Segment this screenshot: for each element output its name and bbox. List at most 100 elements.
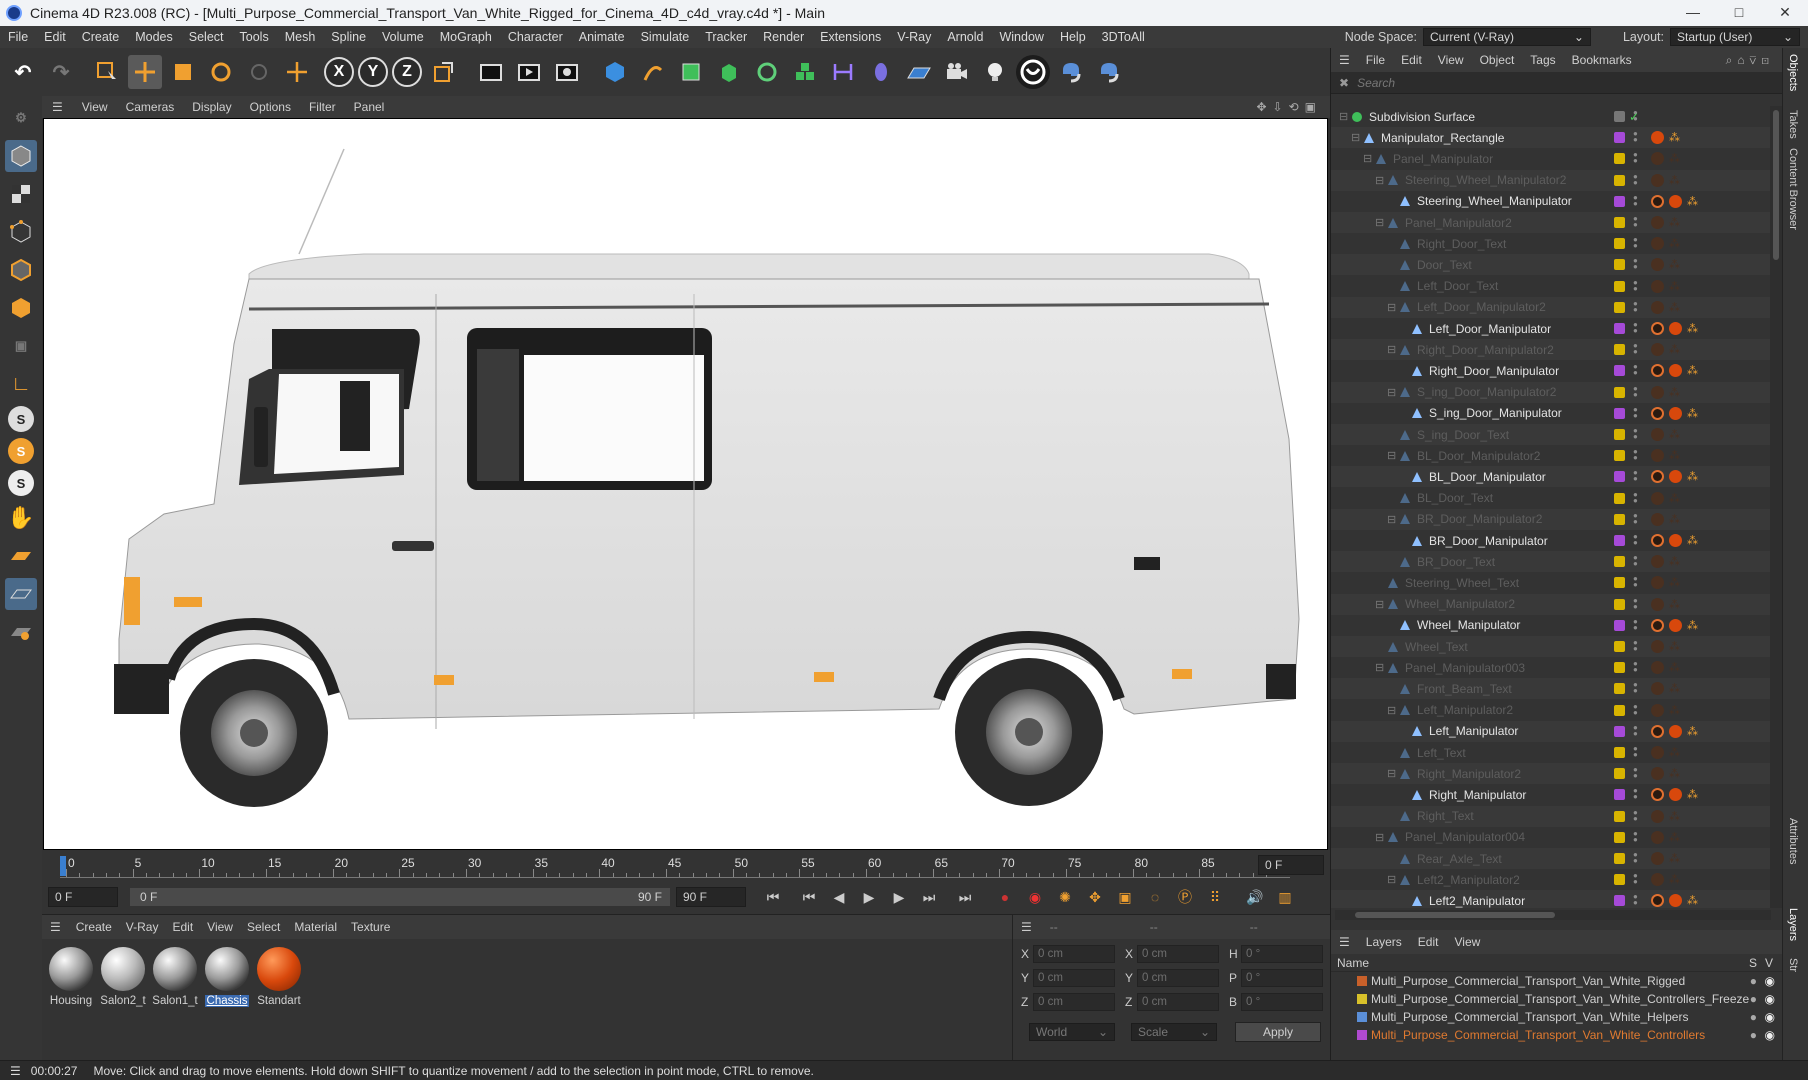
polygon-mode-icon[interactable] [5, 292, 37, 324]
next-frame-icon[interactable]: ▶ [886, 884, 912, 910]
material-tag-icon[interactable] [1669, 534, 1682, 547]
axis-mode-icon[interactable]: ∟ [5, 368, 37, 400]
layer-name[interactable]: Multi_Purpose_Commercial_Transport_Van_W… [1371, 1028, 1705, 1042]
position-field[interactable]: 0 cm [1033, 945, 1115, 963]
material-menu-material[interactable]: Material [287, 920, 344, 934]
tab-layers[interactable]: Layers [1787, 908, 1799, 941]
layer-color-icon[interactable] [1614, 195, 1625, 207]
menu-character[interactable]: Character [500, 30, 571, 44]
selection-tag-icon[interactable]: ⁂ [1669, 343, 1682, 356]
object-name[interactable]: Panel_Manipulator004 [1405, 830, 1525, 844]
viewport-menu-display[interactable]: Display [183, 100, 240, 114]
selection-tag-icon[interactable]: ⁂ [1669, 131, 1682, 144]
lock-icon[interactable] [1614, 280, 1625, 292]
lock-icon[interactable] [1614, 217, 1625, 228]
object-tree-row[interactable]: Steering_Wheel_Text ● ● ⁂ [1331, 572, 1771, 593]
layer-row[interactable]: Multi_Purpose_Commercial_Transport_Van_W… [1331, 1026, 1783, 1044]
material-tag-icon[interactable] [1651, 809, 1664, 823]
layer-color-swatch[interactable] [1357, 1030, 1367, 1040]
selection-tag-icon[interactable]: ⁂ [1669, 661, 1682, 674]
visibility-dots-icon[interactable]: ● ● [1633, 766, 1638, 780]
timeline-window-icon[interactable]: ▥ [1272, 884, 1298, 910]
material-swatch[interactable]: Salon1_t [150, 947, 200, 1007]
selection-tag-icon[interactable]: ⁂ [1687, 470, 1700, 483]
position-field[interactable]: 0 cm [1033, 993, 1115, 1011]
object-name[interactable]: Right_Text [1417, 809, 1474, 823]
visibility-dots-icon[interactable]: ● ● [1633, 299, 1638, 314]
layer-color-icon[interactable] [1614, 365, 1625, 377]
selection-tag-icon[interactable]: ⁂ [1669, 386, 1682, 399]
material-tag-icon[interactable] [1651, 152, 1664, 166]
object-menu-view[interactable]: View [1430, 53, 1472, 67]
object-tree-row[interactable]: Left2_Manipulator ● ● ⁂ [1331, 890, 1771, 908]
viewport-menu-options[interactable]: Options [241, 100, 300, 114]
object-manager-filter-icons[interactable]: ⌕⌂⊽⊡ [1726, 53, 1782, 68]
layer-color-icon[interactable] [1614, 619, 1625, 631]
expand-toggle-icon[interactable]: ⊟ [1387, 704, 1399, 717]
current-frame-field[interactable]: 0 F [1258, 855, 1324, 875]
material-tag-icon[interactable] [1651, 237, 1664, 251]
visibility-dots-icon[interactable]: ● ● [1633, 893, 1638, 907]
play-icon[interactable]: ▶ [856, 884, 882, 910]
layer-color-icon[interactable] [1614, 789, 1625, 801]
material-tag-icon[interactable] [1651, 767, 1664, 781]
material-tag-icon[interactable] [1651, 661, 1664, 675]
lock-icon[interactable] [1614, 853, 1625, 864]
material-tag-icon[interactable] [1651, 873, 1664, 887]
material-menu-texture[interactable]: Texture [344, 920, 397, 934]
expand-toggle-icon[interactable]: ⊟ [1387, 767, 1399, 780]
object-name[interactable]: Left_Door_Manipulator [1429, 322, 1551, 336]
layer-row[interactable]: Multi_Purpose_Commercial_Transport_Van_W… [1331, 990, 1783, 1008]
close-button[interactable]: ✕ [1762, 0, 1808, 26]
object-tree-row[interactable]: ⊟ Right_Door_Manipulator2 ● ● ⁂ [1331, 339, 1771, 361]
selection-tag-icon[interactable]: ⁂ [1669, 301, 1682, 314]
layer-color-swatch[interactable] [1357, 994, 1367, 1004]
object-name[interactable]: Wheel_Manipulator2 [1405, 597, 1515, 611]
protection-tag-icon[interactable] [1651, 618, 1664, 632]
expand-toggle-icon[interactable]: ⊟ [1387, 301, 1399, 314]
lock-icon[interactable] [1614, 577, 1625, 589]
selection-tag-icon[interactable]: ⁂ [1669, 513, 1682, 526]
protection-tag-icon[interactable] [1651, 788, 1664, 802]
object-tree-row[interactable]: Right_Door_Text ● ● ⁂ [1331, 233, 1771, 254]
object-name[interactable]: Wheel_Manipulator [1417, 618, 1520, 632]
minimize-button[interactable]: — [1670, 0, 1716, 26]
object-hamburger-icon[interactable]: ☰ [1331, 53, 1358, 67]
object-name[interactable]: Front_Beam_Text [1417, 682, 1512, 696]
material-tag-icon[interactable] [1669, 788, 1682, 802]
object-menu-object[interactable]: Object [1472, 53, 1523, 67]
viewport-menu-filter[interactable]: Filter [300, 100, 345, 114]
material-tag-icon[interactable] [1651, 640, 1664, 653]
selection-tag-icon[interactable]: ⁂ [1687, 364, 1700, 377]
material-tag-icon[interactable] [1651, 258, 1664, 272]
object-search-input[interactable]: Search [1357, 76, 1395, 90]
object-name[interactable]: Panel_Manipulator003 [1405, 661, 1525, 675]
visibility-dots-icon[interactable]: ● ● [1633, 808, 1638, 823]
rotation-field[interactable]: 0 ° [1241, 993, 1323, 1011]
deformer-icon[interactable] [826, 55, 860, 89]
object-name[interactable]: BR_Door_Text [1417, 555, 1495, 569]
edge-mode-icon[interactable] [5, 254, 37, 286]
material-tag-icon[interactable] [1669, 470, 1682, 484]
material-tag-icon[interactable] [1669, 618, 1682, 632]
object-tree-row[interactable]: ⊟ Panel_Manipulator ● ● ⁂ [1331, 148, 1771, 169]
mograph-cloner-icon[interactable] [788, 55, 822, 89]
recent-tool-icon[interactable] [242, 55, 276, 89]
layer-color-icon[interactable] [1614, 471, 1625, 483]
node-space-select[interactable]: Current (V-Ray) ⌄ [1422, 28, 1591, 46]
object-tree-row[interactable]: Door_Text ● ● ⁂ [1331, 254, 1771, 276]
visibility-eye-icon[interactable]: ◉ [1765, 1010, 1775, 1024]
layers-menu-view[interactable]: View [1446, 935, 1488, 949]
python-icon[interactable] [1054, 55, 1088, 89]
expand-toggle-icon[interactable]: ⊟ [1363, 152, 1375, 165]
object-menu-edit[interactable]: Edit [1393, 53, 1430, 67]
visibility-dots-icon[interactable]: ● ● [1633, 872, 1638, 886]
apply-button[interactable]: Apply [1235, 1022, 1321, 1042]
lock-icon[interactable] [1614, 386, 1625, 398]
protection-tag-icon[interactable] [1651, 194, 1664, 208]
viewport-menu-panel[interactable]: Panel [345, 100, 394, 114]
lock-icon[interactable] [1614, 429, 1625, 440]
protection-tag-icon[interactable] [1651, 470, 1664, 484]
object-search-bar[interactable]: ✖ Search [1331, 72, 1782, 94]
visibility-dots-icon[interactable]: ● ● [1633, 511, 1638, 526]
